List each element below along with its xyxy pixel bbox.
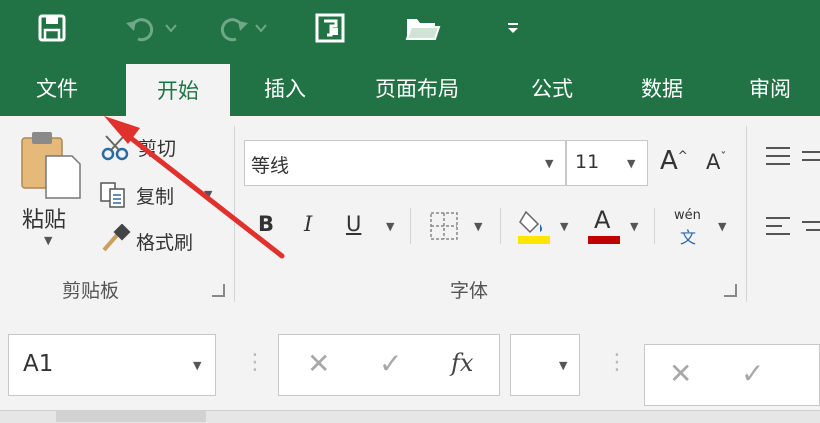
formula-input[interactable]: ▼ — [510, 334, 580, 396]
italic-button[interactable]: I — [304, 212, 312, 236]
decrease-font-size-icon[interactable]: Aˇ — [706, 150, 726, 174]
customize-toolbar-icon[interactable] — [498, 8, 528, 48]
bold-button[interactable]: B — [258, 212, 274, 236]
font-name-value: 等线 — [251, 155, 290, 177]
group-divider — [746, 126, 747, 302]
group-divider — [234, 126, 235, 302]
enter-icon[interactable]: ✓ — [741, 357, 764, 390]
formula-expand-icon[interactable]: ▼ — [559, 359, 567, 372]
top-align-icon[interactable] — [762, 142, 820, 172]
insert-function-button[interactable]: fx — [451, 349, 473, 377]
redo-icon[interactable] — [210, 8, 270, 48]
tab-home[interactable]: 开始 — [126, 64, 230, 116]
formula-buttons: ✕ ✓ fx — [278, 334, 500, 396]
formula-bar-grip-icon[interactable]: ⋮ — [606, 350, 628, 375]
font-group-label: 字体 — [450, 280, 489, 302]
formula-bar-grip-icon[interactable]: ⋮ — [244, 350, 266, 375]
underline-dropdown-icon[interactable]: ▼ — [386, 220, 394, 233]
name-box[interactable]: A1 ▼ — [8, 334, 216, 396]
paste-label[interactable]: 粘贴 — [22, 202, 66, 234]
formula-buttons-second: ✕ ✓ — [644, 344, 820, 406]
borders-icon[interactable] — [428, 210, 460, 242]
copy-dropdown-icon[interactable]: ▼ — [204, 188, 212, 201]
cut-label[interactable]: 剪切 — [138, 134, 176, 161]
tab-review[interactable]: 审阅 — [724, 60, 816, 116]
name-box-value: A1 — [23, 351, 54, 377]
name-box-dropdown-icon[interactable]: ▼ — [193, 359, 201, 372]
font-launcher-icon[interactable] — [724, 284, 737, 297]
borders-dropdown-icon[interactable]: ▼ — [474, 220, 482, 233]
fill-color-icon[interactable] — [516, 206, 552, 246]
toolbar-divider — [654, 208, 655, 244]
clipboard-launcher-icon[interactable] — [212, 284, 225, 297]
selected-column-header[interactable] — [56, 410, 206, 422]
increase-font-size-icon[interactable]: A^ — [660, 146, 688, 176]
clipboard-group-label: 剪贴板 — [62, 280, 120, 302]
title-bar — [0, 0, 820, 60]
paste-icon[interactable] — [16, 128, 82, 200]
tab-page-layout[interactable]: 页面布局 — [352, 60, 482, 116]
enter-icon[interactable]: ✓ — [379, 347, 402, 380]
cancel-icon[interactable]: ✕ — [669, 357, 692, 390]
underline-button[interactable]: U — [346, 212, 361, 236]
tab-insert[interactable]: 插入 — [240, 60, 330, 116]
font-color-swatch — [588, 236, 620, 244]
font-size-dropdown-icon[interactable]: ▼ — [627, 157, 635, 170]
phonetic-dropdown-icon[interactable]: ▼ — [718, 220, 726, 233]
font-color-icon[interactable]: A — [588, 206, 620, 246]
toolbar-divider — [500, 208, 501, 244]
tab-formulas[interactable]: 公式 — [504, 60, 600, 116]
paste-dropdown-icon[interactable]: ▼ — [44, 234, 52, 247]
scissors-icon[interactable] — [100, 134, 132, 162]
copy-label[interactable]: 复制 — [136, 182, 174, 209]
tab-data[interactable]: 数据 — [614, 60, 710, 116]
open-folder-icon[interactable] — [398, 8, 448, 48]
align-left-icon[interactable] — [762, 212, 820, 242]
touch-mode-icon[interactable] — [308, 8, 352, 48]
formula-bar-area: A1 ▼ ⋮ ✕ ✓ fx ▼ ⋮ ✕ ✓ — [0, 310, 820, 423]
toolbar-divider — [410, 208, 411, 244]
font-size-value: 11 — [575, 151, 600, 173]
copy-icon[interactable] — [98, 180, 130, 210]
fill-color-dropdown-icon[interactable]: ▼ — [560, 220, 568, 233]
font-color-dropdown-icon[interactable]: ▼ — [630, 220, 638, 233]
format-painter-label[interactable]: 格式刷 — [136, 228, 193, 255]
tab-file[interactable]: 文件 — [10, 60, 104, 116]
phonetic-guide-icon[interactable]: wén 文 — [670, 206, 710, 250]
format-painter-icon[interactable] — [98, 223, 132, 254]
font-name-combobox[interactable]: 等线 ▼ — [244, 140, 566, 186]
ribbon-home: 粘贴 ▼ 剪切 复制 ▼ 格式刷 剪贴板 等线 ▼ 11 ▼ A^ Aˇ B I… — [0, 116, 820, 311]
cancel-icon[interactable]: ✕ — [307, 347, 330, 380]
undo-icon[interactable] — [120, 8, 180, 48]
ribbon-tab-bar: 文件 开始 插入 页面布局 公式 数据 审阅 — [0, 60, 820, 116]
font-name-dropdown-icon[interactable]: ▼ — [545, 157, 553, 170]
font-size-combobox[interactable]: 11 ▼ — [566, 140, 648, 186]
save-icon[interactable] — [30, 8, 74, 48]
